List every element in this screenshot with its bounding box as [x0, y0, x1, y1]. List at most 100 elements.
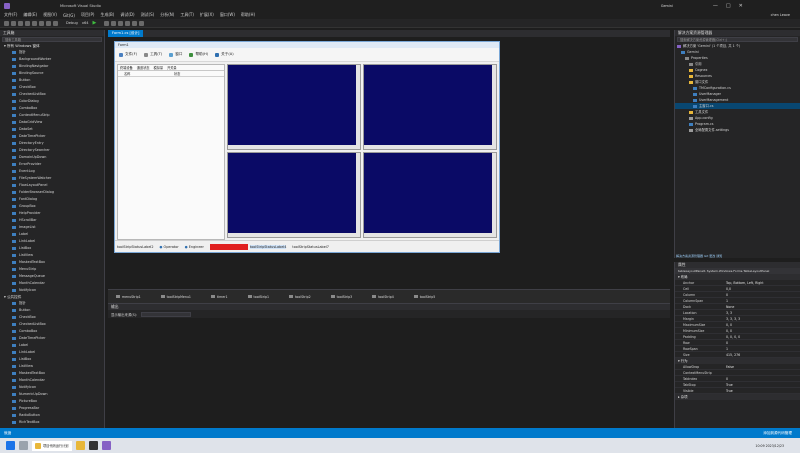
- menu-project[interactable]: 项目(P): [81, 12, 95, 18]
- menu-extensions[interactable]: 扩展(X): [200, 12, 214, 18]
- user-name[interactable]: chen Leave: [771, 13, 790, 17]
- property-value[interactable]: 3, 3: [723, 310, 800, 315]
- terminal-icon[interactable]: [88, 441, 98, 450]
- display-pane-1[interactable]: [227, 64, 361, 150]
- form-menu-help[interactable]: 帮助(H): [189, 52, 208, 57]
- toolbox-item[interactable]: MaskedTextBox: [0, 259, 104, 266]
- toolbox-item[interactable]: PictureBox: [0, 398, 104, 405]
- toolbox-item[interactable]: EventLog: [0, 168, 104, 175]
- toolbar-icon[interactable]: [111, 20, 117, 26]
- toolbox-item[interactable]: CheckedListBox: [0, 91, 104, 98]
- toolbox-item[interactable]: ImageList: [0, 224, 104, 231]
- toolbar-icon[interactable]: [139, 20, 145, 26]
- toolbox-item[interactable]: BindingSource: [0, 70, 104, 77]
- properties-category-misc[interactable]: ▸ 杂项: [675, 394, 800, 400]
- status-label-4[interactable]: toolStripStatusLabel4: [249, 244, 287, 249]
- toolbox-item[interactable]: CheckBox: [0, 84, 104, 91]
- start-icon[interactable]: ▶: [93, 20, 97, 26]
- toolbox-item[interactable]: Button: [0, 307, 104, 314]
- toolbox-item[interactable]: Label: [0, 231, 104, 238]
- tray-component[interactable]: menuStrip1: [116, 295, 141, 299]
- toolbox-item[interactable]: DateTimePicker: [0, 335, 104, 342]
- tray-component[interactable]: toolStrip5: [413, 295, 435, 299]
- toolbox-item[interactable]: CheckedListBox: [0, 321, 104, 328]
- notification-badge[interactable]: Gemini: [661, 4, 673, 8]
- windows-start-icon[interactable]: [6, 441, 15, 450]
- toolbox-item[interactable]: ListBox: [0, 356, 104, 363]
- tab-form1-designer[interactable]: Form1.cs [设计]: [108, 30, 144, 37]
- toolbar-icon[interactable]: [125, 20, 131, 26]
- toolbox-item[interactable]: MonthCalendar: [0, 377, 104, 384]
- toolbox-item[interactable]: LinkLabel: [0, 349, 104, 356]
- save-icon[interactable]: [32, 20, 37, 26]
- device-list[interactable]: 终端设备 通道状态 模拟量 开关量 名称 状态: [117, 64, 225, 240]
- menu-git[interactable]: Git(G): [63, 13, 75, 18]
- property-value[interactable]: 415, 276: [723, 352, 800, 357]
- new-file-icon[interactable]: [18, 20, 23, 26]
- toolbox-item[interactable]: MessageQueue: [0, 273, 104, 280]
- toolbox-item[interactable]: BackgroundWorker: [0, 56, 104, 63]
- toolbox-item[interactable]: 指针: [0, 49, 104, 56]
- tray-component[interactable]: toolStripMenu1: [160, 295, 191, 299]
- toolbox-item[interactable]: Label: [0, 342, 104, 349]
- redo-icon[interactable]: [53, 20, 58, 26]
- tab-devices[interactable]: 终端设备: [118, 65, 135, 70]
- minimize-button[interactable]: —: [713, 3, 718, 9]
- open-icon[interactable]: [25, 20, 30, 26]
- scrollbar-vertical[interactable]: [356, 153, 360, 237]
- status-operator[interactable]: ● Operator: [160, 245, 179, 249]
- menu-test[interactable]: 测试(S): [141, 12, 155, 18]
- vs-taskbar-icon[interactable]: [101, 441, 111, 450]
- explorer-icon[interactable]: [75, 441, 85, 450]
- toolbox-item[interactable]: MaskedTextBox: [0, 370, 104, 377]
- toolbar-icon[interactable]: [132, 20, 138, 26]
- tray-component[interactable]: timer1: [210, 295, 228, 299]
- toolbox-item[interactable]: ContextMenuStrip: [0, 112, 104, 119]
- scrollbar-vertical[interactable]: [492, 153, 496, 237]
- toolbox-item[interactable]: ListBox: [0, 245, 104, 252]
- display-pane-4[interactable]: [363, 152, 497, 238]
- back-icon[interactable]: [4, 20, 9, 26]
- display-pane-3[interactable]: [227, 152, 361, 238]
- toolbar-icon[interactable]: [118, 20, 124, 26]
- toolbox-item[interactable]: DataSet: [0, 126, 104, 133]
- toolbox-item[interactable]: ErrorProvider: [0, 161, 104, 168]
- column-status[interactable]: 状态: [168, 71, 180, 76]
- menu-file[interactable]: 文件(F): [4, 12, 17, 18]
- status-alarm-indicator[interactable]: [209, 243, 248, 250]
- property-value[interactable]: Top, Bottom, Left, Right: [723, 280, 800, 285]
- toolbox-item[interactable]: NotifyIcon: [0, 287, 104, 294]
- toolbox-item[interactable]: DataGridView: [0, 119, 104, 126]
- scrollbar-horizontal[interactable]: [228, 145, 360, 149]
- save-all-icon[interactable]: [39, 20, 44, 26]
- menu-tools[interactable]: 工具(T): [180, 12, 194, 18]
- property-value[interactable]: 1: [723, 346, 800, 351]
- toolbox-item[interactable]: DateTimePicker: [0, 133, 104, 140]
- property-value[interactable]: 0, 0: [723, 322, 800, 327]
- output-source-dropdown[interactable]: [141, 311, 192, 317]
- tab-analog[interactable]: 模拟量: [152, 65, 166, 70]
- toolbox-item[interactable]: FontDialog: [0, 196, 104, 203]
- tray-component[interactable]: toolStrip4: [372, 295, 394, 299]
- search-icon[interactable]: [19, 441, 28, 450]
- display-pane-2[interactable]: [363, 64, 497, 150]
- toolbox-item[interactable]: ListView: [0, 363, 104, 370]
- scrollbar-vertical[interactable]: [356, 65, 360, 149]
- toolbox-item[interactable]: CheckBox: [0, 314, 104, 321]
- toolbox-item[interactable]: HScrollBar: [0, 217, 104, 224]
- toolbox-item[interactable]: ComboBox: [0, 328, 104, 335]
- form-menu-file[interactable]: 文件(F): [119, 52, 137, 57]
- form-window[interactable]: Form1 文件(F) 工具(T) 窗口 帮助(H) 关于(A) 终端设备 通道…: [114, 41, 500, 253]
- toolbar-icon[interactable]: [104, 20, 110, 26]
- property-value[interactable]: 1: [723, 298, 800, 303]
- form-menu-window[interactable]: 窗口: [169, 52, 182, 57]
- property-value[interactable]: 0: [723, 292, 800, 297]
- forward-icon[interactable]: [11, 20, 16, 26]
- status-label-7[interactable]: toolStripStatusLabel7: [292, 245, 329, 249]
- toolbox-item[interactable]: FolderBrowserDialog: [0, 189, 104, 196]
- tab-channel[interactable]: 通道状态: [135, 65, 152, 70]
- column-name[interactable]: 名称: [118, 71, 168, 76]
- tray-component[interactable]: toolStrip3: [330, 295, 352, 299]
- toolbox-item[interactable]: RadioButton: [0, 412, 104, 419]
- solution-tree-item[interactable]: 全局配置文件.settings: [675, 127, 800, 133]
